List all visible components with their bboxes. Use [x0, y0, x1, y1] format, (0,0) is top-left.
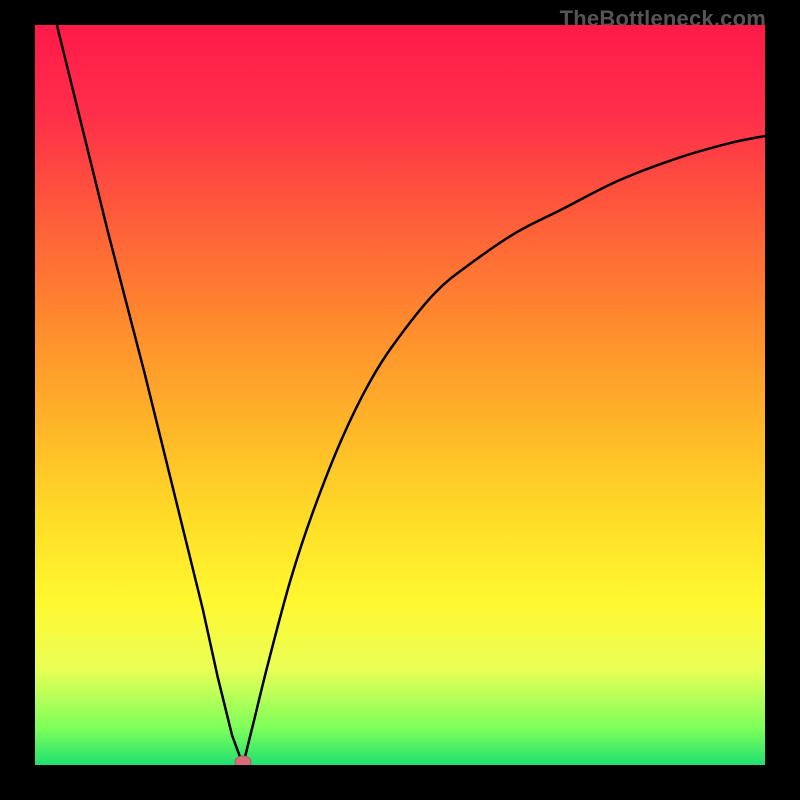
right-branch-path	[243, 136, 765, 765]
plot-area	[35, 25, 765, 765]
curve-svg	[35, 25, 765, 765]
bottleneck-point-marker	[235, 756, 251, 765]
chart-canvas: TheBottleneck.com	[0, 0, 800, 800]
left-branch-path	[57, 25, 243, 765]
